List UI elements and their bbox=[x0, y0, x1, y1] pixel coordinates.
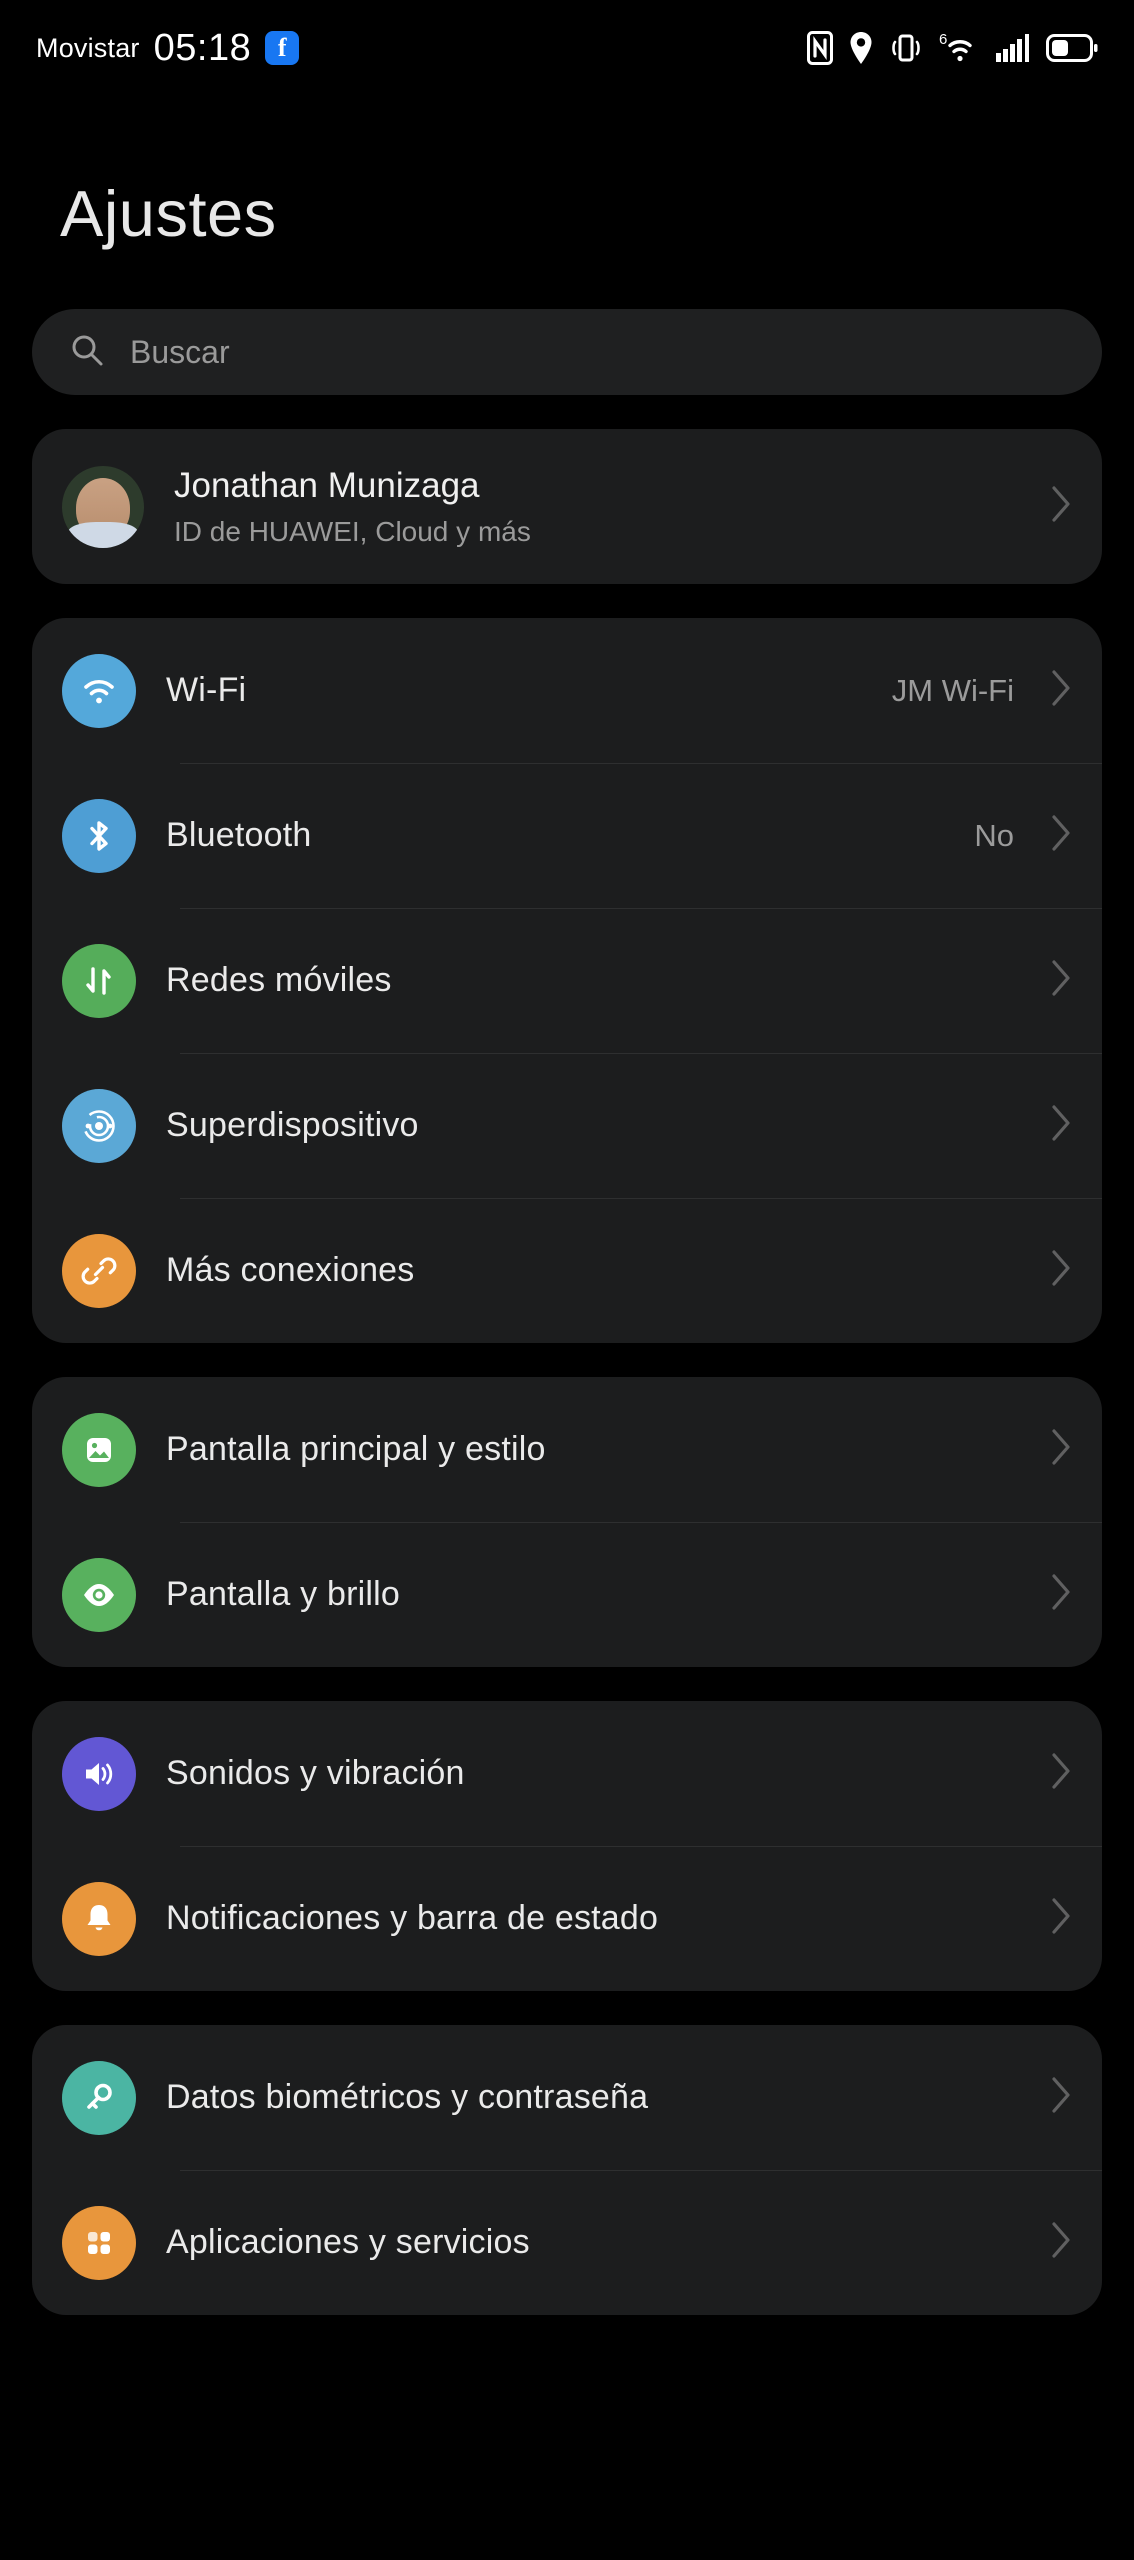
clock-label: 05:18 bbox=[153, 26, 252, 69]
search-bar[interactable] bbox=[32, 309, 1102, 395]
settings-row-value: No bbox=[974, 817, 1014, 853]
profile-card[interactable]: Jonathan Munizaga ID de HUAWEI, Cloud y … bbox=[32, 429, 1102, 585]
settings-row-label: Wi-Fi bbox=[166, 671, 247, 710]
settings-row[interactable]: Wi-Fi JM Wi-Fi bbox=[32, 618, 1102, 763]
settings-row-label: Aplicaciones y servicios bbox=[166, 2223, 530, 2262]
settings-row[interactable]: Redes móviles bbox=[32, 908, 1102, 1053]
link-icon bbox=[62, 1233, 136, 1308]
settings-row[interactable]: Pantalla principal y estilo bbox=[32, 1377, 1102, 1522]
settings-card-connectivity: Wi-Fi JM Wi-Fi Bluetooth No Redes móviles Sup… bbox=[32, 618, 1102, 1344]
search-input[interactable] bbox=[130, 333, 1064, 371]
settings-row-label: Redes móviles bbox=[166, 961, 392, 1000]
cellular-signal-icon bbox=[995, 31, 1031, 65]
key-icon bbox=[62, 2060, 136, 2135]
eye-icon bbox=[62, 1557, 136, 1632]
profile-subtitle: ID de HUAWEI, Cloud y más bbox=[174, 515, 531, 547]
facebook-icon: f bbox=[265, 31, 300, 65]
settings-row-value: JM Wi-Fi bbox=[891, 672, 1014, 708]
chevron-right-icon bbox=[1050, 1752, 1072, 1795]
volume-icon bbox=[62, 1736, 136, 1811]
settings-row[interactable]: Pantalla y brillo bbox=[32, 1522, 1102, 1667]
status-bar: Movistar 05:18 f 6 bbox=[0, 0, 1134, 96]
status-bar-left: Movistar 05:18 f bbox=[36, 26, 300, 70]
bell-icon bbox=[62, 1881, 136, 1956]
settings-row-label: Notificaciones y barra de estado bbox=[166, 1899, 659, 1938]
nfc-icon bbox=[807, 31, 833, 65]
profile-name: Jonathan Munizaga bbox=[174, 466, 480, 505]
settings-row[interactable]: Más conexiones bbox=[32, 1198, 1102, 1343]
settings-row-label: Pantalla principal y estilo bbox=[166, 1430, 546, 1469]
avatar bbox=[62, 465, 144, 548]
wifi-icon bbox=[62, 653, 136, 728]
settings-card-display: Pantalla principal y estilo Pantalla y br… bbox=[32, 1377, 1102, 1668]
chevron-right-icon bbox=[1050, 2221, 1072, 2264]
bluetooth-icon bbox=[62, 798, 136, 873]
location-icon bbox=[848, 31, 874, 65]
chevron-right-icon bbox=[1050, 1249, 1072, 1292]
status-bar-right: 6 bbox=[807, 31, 1098, 65]
settings-row-label: Superdispositivo bbox=[166, 1106, 419, 1145]
chevron-right-icon bbox=[1050, 1428, 1072, 1471]
chevron-right-icon bbox=[1050, 2076, 1072, 2119]
search-icon bbox=[70, 333, 104, 372]
carrier-label: Movistar bbox=[36, 32, 140, 63]
settings-row-label: Más conexiones bbox=[166, 1251, 415, 1290]
chevron-right-icon bbox=[1050, 959, 1072, 1002]
chevron-right-icon bbox=[1050, 1104, 1072, 1147]
settings-row-label: Bluetooth bbox=[166, 816, 312, 855]
svg-text:6: 6 bbox=[939, 31, 947, 48]
chevron-right-icon bbox=[1050, 485, 1072, 528]
settings-row[interactable]: Datos biométricos y contraseña bbox=[32, 2025, 1102, 2170]
settings-row[interactable]: Notificaciones y barra de estado bbox=[32, 1846, 1102, 1991]
settings-row-label: Sonidos y vibración bbox=[166, 1754, 465, 1793]
profile-row[interactable]: Jonathan Munizaga ID de HUAWEI, Cloud y … bbox=[32, 429, 1102, 584]
mobile-data-icon bbox=[62, 943, 136, 1018]
settings-row-label: Datos biométricos y contraseña bbox=[166, 2078, 649, 2117]
page-title: Ajustes bbox=[60, 177, 277, 250]
superdevice-icon bbox=[62, 1088, 136, 1163]
profile-text: Jonathan Munizaga ID de HUAWEI, Cloud y … bbox=[174, 463, 1020, 550]
settings-row[interactable]: Aplicaciones y servicios bbox=[32, 2170, 1102, 2315]
settings-row[interactable]: Bluetooth No bbox=[32, 763, 1102, 908]
vibrate-icon bbox=[889, 31, 923, 65]
wifi6-icon: 6 bbox=[938, 31, 980, 65]
settings-row[interactable]: Sonidos y vibración bbox=[32, 1701, 1102, 1846]
settings-card-sound: Sonidos y vibración Notificaciones y barr… bbox=[32, 1701, 1102, 1992]
battery-icon bbox=[1046, 33, 1098, 63]
chevron-right-icon bbox=[1050, 1573, 1072, 1616]
chevron-right-icon bbox=[1050, 669, 1072, 712]
settings-row[interactable]: Superdispositivo bbox=[32, 1053, 1102, 1198]
settings-row-label: Pantalla y brillo bbox=[166, 1575, 400, 1614]
settings-card-security: Datos biométricos y contraseña Aplicacion… bbox=[32, 2025, 1102, 2316]
chevron-right-icon bbox=[1050, 814, 1072, 857]
apps-grid-icon bbox=[62, 2205, 136, 2280]
wallpaper-icon bbox=[62, 1412, 136, 1487]
chevron-right-icon bbox=[1050, 1897, 1072, 1940]
